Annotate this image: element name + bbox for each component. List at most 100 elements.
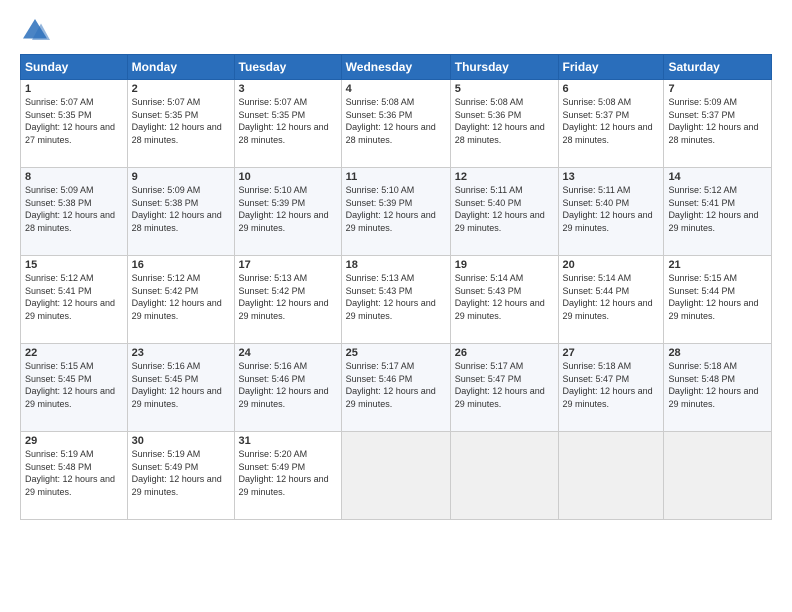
day-number: 31 [239,435,337,447]
day-info: Sunrise: 5:16 AMSunset: 5:46 PMDaylight:… [239,361,329,409]
day-info: Sunrise: 5:12 AMSunset: 5:41 PMDaylight:… [25,273,115,321]
day-cell-14: 14 Sunrise: 5:12 AMSunset: 5:41 PMDayligh… [664,168,772,256]
day-number: 29 [25,435,123,447]
day-cell-5: 5 Sunrise: 5:08 AMSunset: 5:36 PMDaylight… [450,80,558,168]
day-number: 9 [132,171,230,183]
day-cell-23: 23 Sunrise: 5:16 AMSunset: 5:45 PMDayligh… [127,344,234,432]
day-info: Sunrise: 5:13 AMSunset: 5:42 PMDaylight:… [239,273,329,321]
day-cell-24: 24 Sunrise: 5:16 AMSunset: 5:46 PMDayligh… [234,344,341,432]
day-number: 11 [346,171,446,183]
day-info: Sunrise: 5:08 AMSunset: 5:36 PMDaylight:… [455,97,545,145]
day-number: 28 [668,347,767,359]
col-header-friday: Friday [558,55,664,80]
day-number: 25 [346,347,446,359]
day-info: Sunrise: 5:09 AMSunset: 5:38 PMDaylight:… [132,185,222,233]
day-cell-22: 22 Sunrise: 5:15 AMSunset: 5:45 PMDayligh… [21,344,128,432]
day-number: 19 [455,259,554,271]
day-info: Sunrise: 5:12 AMSunset: 5:42 PMDaylight:… [132,273,222,321]
day-info: Sunrise: 5:16 AMSunset: 5:45 PMDaylight:… [132,361,222,409]
logo [20,16,54,46]
day-number: 10 [239,171,337,183]
day-number: 21 [668,259,767,271]
day-info: Sunrise: 5:19 AMSunset: 5:48 PMDaylight:… [25,449,115,497]
col-header-wednesday: Wednesday [341,55,450,80]
day-cell-1: 1Sunrise: 5:07 AMSunset: 5:35 PMDaylight… [21,80,128,168]
col-header-saturday: Saturday [664,55,772,80]
day-number: 26 [455,347,554,359]
week-row-0: 1 Sunrise: 5:07 AMSunset: 5:35 PMDaylight… [21,80,772,168]
day-cell-25: 25 Sunrise: 5:17 AMSunset: 5:46 PMDayligh… [341,344,450,432]
col-header-sunday: Sunday [21,55,128,80]
day-number: 12 [455,171,554,183]
empty-cell [450,432,558,520]
day-cell-12: 12 Sunrise: 5:11 AMSunset: 5:40 PMDayligh… [450,168,558,256]
day-cell-8: 8 Sunrise: 5:09 AMSunset: 5:38 PMDaylight… [21,168,128,256]
day-number: 18 [346,259,446,271]
day-number: 6 [563,83,660,95]
day-cell-18: 18 Sunrise: 5:13 AMSunset: 5:43 PMDayligh… [341,256,450,344]
day-number: 13 [563,171,660,183]
day-number: 15 [25,259,123,271]
week-row-3: 22 Sunrise: 5:15 AMSunset: 5:45 PMDayligh… [21,344,772,432]
day-cell-2: 2Sunrise: 5:07 AMSunset: 5:35 PMDaylight… [127,80,234,168]
day-number: 30 [132,435,230,447]
col-header-monday: Monday [127,55,234,80]
day-info: Sunrise: 5:09 AMSunset: 5:37 PMDaylight:… [668,97,758,145]
day-info: Sunrise: 5:11 AMSunset: 5:40 PMDaylight:… [455,185,545,233]
week-row-4: 29 Sunrise: 5:19 AMSunset: 5:48 PMDayligh… [21,432,772,520]
day-info: Sunrise: 5:09 AMSunset: 5:38 PMDaylight:… [25,185,115,233]
day-info: Sunrise: 5:20 AMSunset: 5:49 PMDaylight:… [239,449,329,497]
day-cell-31: 31 Sunrise: 5:20 AMSunset: 5:49 PMDayligh… [234,432,341,520]
day-cell-26: 26 Sunrise: 5:17 AMSunset: 5:47 PMDayligh… [450,344,558,432]
day-cell-16: 16 Sunrise: 5:12 AMSunset: 5:42 PMDayligh… [127,256,234,344]
day-info: Sunrise: 5:17 AMSunset: 5:47 PMDaylight:… [455,361,545,409]
day-number: 14 [668,171,767,183]
day-info: Sunrise: 5:18 AMSunset: 5:48 PMDaylight:… [668,361,758,409]
day-cell-29: 29 Sunrise: 5:19 AMSunset: 5:48 PMDayligh… [21,432,128,520]
day-number: 24 [239,347,337,359]
day-number: 8 [25,171,123,183]
day-number: 22 [25,347,123,359]
day-cell-6: 6 Sunrise: 5:08 AMSunset: 5:37 PMDaylight… [558,80,664,168]
empty-cell [558,432,664,520]
day-info: Sunrise: 5:13 AMSunset: 5:43 PMDaylight:… [346,273,436,321]
header [20,16,772,46]
day-number: 7 [668,83,767,95]
week-row-2: 15 Sunrise: 5:12 AMSunset: 5:41 PMDayligh… [21,256,772,344]
day-info: Sunrise: 5:14 AMSunset: 5:43 PMDaylight:… [455,273,545,321]
day-cell-10: 10 Sunrise: 5:10 AMSunset: 5:39 PMDayligh… [234,168,341,256]
day-cell-30: 30 Sunrise: 5:19 AMSunset: 5:49 PMDayligh… [127,432,234,520]
day-info: Sunrise: 5:15 AMSunset: 5:45 PMDaylight:… [25,361,115,409]
day-number: 5 [455,83,554,95]
day-cell-21: 21Sunrise: 5:15 AMSunset: 5:44 PMDayligh… [664,256,772,344]
day-info: Sunrise: 5:11 AMSunset: 5:40 PMDaylight:… [563,185,653,233]
day-info: Sunrise: 5:19 AMSunset: 5:49 PMDaylight:… [132,449,222,497]
week-row-1: 8 Sunrise: 5:09 AMSunset: 5:38 PMDaylight… [21,168,772,256]
day-cell-9: 9 Sunrise: 5:09 AMSunset: 5:38 PMDaylight… [127,168,234,256]
day-cell-19: 19 Sunrise: 5:14 AMSunset: 5:43 PMDayligh… [450,256,558,344]
day-number: 23 [132,347,230,359]
day-info: Sunrise: 5:07 AMSunset: 5:35 PMDaylight:… [239,97,329,145]
day-cell-28: 28 Sunrise: 5:18 AMSunset: 5:48 PMDayligh… [664,344,772,432]
day-cell-27: 27Sunrise: 5:18 AMSunset: 5:47 PMDayligh… [558,344,664,432]
day-cell-17: 17Sunrise: 5:13 AMSunset: 5:42 PMDayligh… [234,256,341,344]
page: SundayMondayTuesdayWednesdayThursdayFrid… [0,0,792,612]
col-header-tuesday: Tuesday [234,55,341,80]
day-number: 16 [132,259,230,271]
day-cell-15: 15 Sunrise: 5:12 AMSunset: 5:41 PMDayligh… [21,256,128,344]
day-info: Sunrise: 5:14 AMSunset: 5:44 PMDaylight:… [563,273,653,321]
logo-icon [20,16,50,46]
day-info: Sunrise: 5:07 AMSunset: 5:35 PMDaylight:… [132,97,222,145]
day-cell-4: 4Sunrise: 5:08 AMSunset: 5:36 PMDaylight… [341,80,450,168]
day-cell-20: 20Sunrise: 5:14 AMSunset: 5:44 PMDayligh… [558,256,664,344]
day-cell-3: 3Sunrise: 5:07 AMSunset: 5:35 PMDaylight… [234,80,341,168]
day-info: Sunrise: 5:08 AMSunset: 5:37 PMDaylight:… [563,97,653,145]
calendar-table: SundayMondayTuesdayWednesdayThursdayFrid… [20,54,772,520]
day-info: Sunrise: 5:12 AMSunset: 5:41 PMDaylight:… [668,185,758,233]
day-info: Sunrise: 5:17 AMSunset: 5:46 PMDaylight:… [346,361,436,409]
col-header-thursday: Thursday [450,55,558,80]
day-cell-7: 7 Sunrise: 5:09 AMSunset: 5:37 PMDaylight… [664,80,772,168]
day-number: 1 [25,83,123,95]
empty-cell [664,432,772,520]
day-info: Sunrise: 5:10 AMSunset: 5:39 PMDaylight:… [239,185,329,233]
